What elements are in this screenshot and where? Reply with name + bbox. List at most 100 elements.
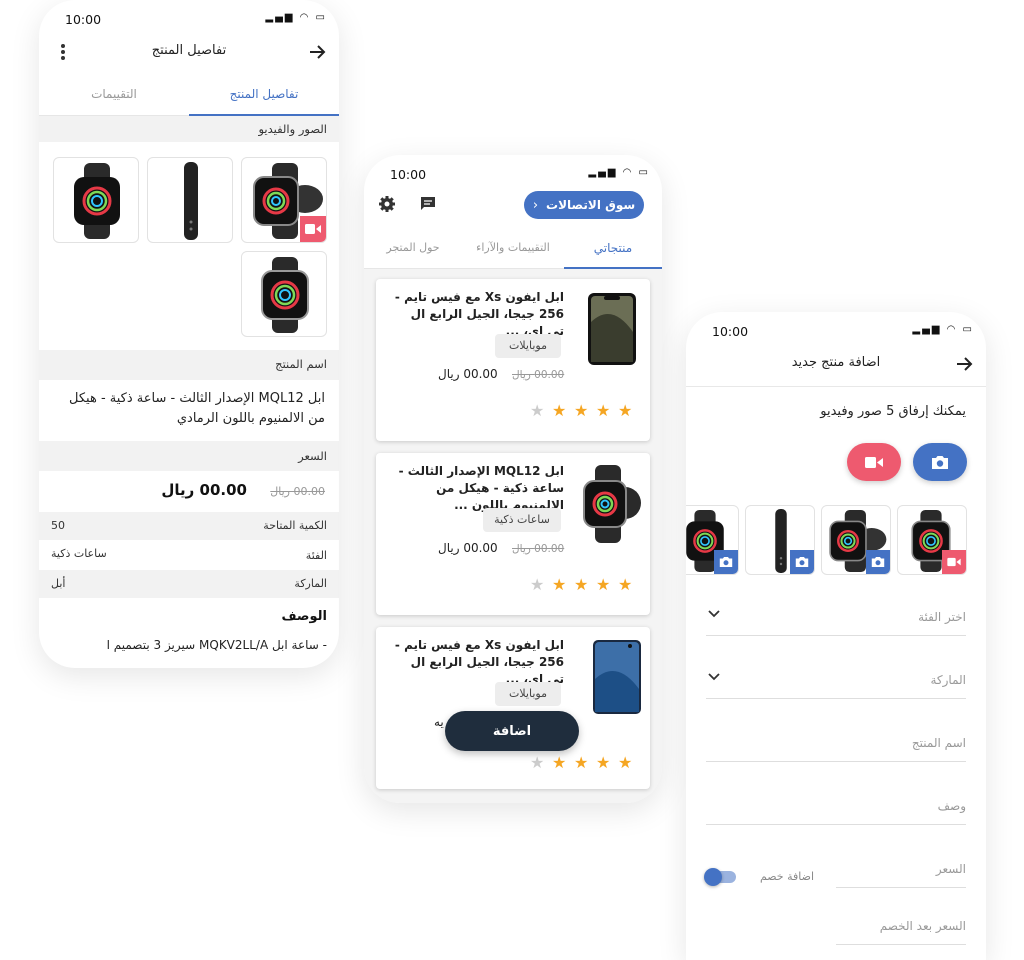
field-underline	[836, 887, 966, 888]
star-icon: ★	[618, 575, 633, 594]
status-icons: ▂▄▆ ◠ ▭	[588, 167, 650, 178]
status-time: 10:00	[390, 167, 427, 182]
star-icon: ★	[618, 401, 633, 420]
star-icon: ★	[574, 575, 589, 594]
product-name-field[interactable]: اسم المنتج	[706, 728, 966, 762]
media-thumb-watch-side[interactable]	[241, 157, 327, 243]
upload-thumb[interactable]	[897, 505, 967, 575]
store-products-screen: 10:00 ▂▄▆ ◠ ▭ سوق الاتصالات ‹ منتجاتي ال…	[364, 155, 662, 803]
tab-product-details-label: تفاصيل المنتج	[229, 87, 299, 101]
add-product-button[interactable]: اضافة	[445, 711, 579, 751]
category-select[interactable]: اختر الفئة	[706, 602, 966, 636]
star-icon: ★	[530, 575, 545, 594]
media-thumb-watch-alt[interactable]	[241, 251, 327, 337]
description-field[interactable]: وصف	[706, 791, 966, 825]
name-label: اسم المنتج	[275, 357, 327, 371]
tab-product-details[interactable]: تفاصيل المنتج	[189, 82, 339, 116]
watch-image	[261, 257, 309, 333]
chat-icon[interactable]	[420, 196, 436, 212]
category-value: ساعات ذكية	[51, 547, 107, 560]
star-icon: ★	[530, 753, 545, 772]
product-name-field-label: اسم المنتج	[911, 736, 966, 750]
video-icon	[305, 224, 321, 234]
star-icon: ★	[618, 753, 633, 772]
upload-video-button[interactable]	[847, 443, 901, 481]
rating-stars: ★ ★ ★ ★ ★	[530, 577, 640, 593]
photo-badge	[714, 550, 738, 574]
price-after-discount-field[interactable]: السعر بعد الخصم	[836, 911, 966, 945]
brand-select-label: الماركة	[930, 673, 966, 687]
apple-watch-image	[583, 465, 641, 543]
add-product-button-label: اضافة	[492, 723, 532, 739]
rating-stars: ★ ★ ★ ★ ★	[530, 403, 640, 419]
star-icon: ★	[552, 753, 567, 772]
product-card[interactable]: ابل MQL12 الإصدار الثالث - ساعة ذكية - ه…	[376, 453, 650, 615]
video-icon	[865, 456, 883, 468]
store-button[interactable]: سوق الاتصالات ‹	[524, 191, 644, 219]
tab-about-store[interactable]: حول المتجر	[364, 231, 462, 269]
price-field-label: السعر	[935, 862, 966, 876]
discount-toggle-label: اضافة خصم	[759, 870, 814, 883]
tab-reviews[interactable]: التقييمات	[39, 82, 189, 116]
video-badge	[300, 216, 326, 242]
field-underline	[706, 761, 966, 762]
brand-value: أبل	[51, 577, 66, 590]
back-arrow-icon[interactable]	[307, 42, 327, 62]
product-card[interactable]: ابل ايفون Xs مع فيس تايم - 256 جيجا، الج…	[376, 279, 650, 441]
add-product-screen: 10:00 ▂▄▆ ◠ ▭ اضافة منتج جديد يمكنك إرفا…	[686, 312, 986, 960]
category-label: الفئة	[305, 549, 327, 562]
media-label: الصور والفيديو	[258, 122, 327, 136]
store-button-label: سوق الاتصالات	[546, 198, 636, 212]
status-time: 10:00	[65, 12, 102, 27]
watch-band-image	[184, 162, 198, 240]
toggle-knob	[704, 868, 722, 886]
upload-photo-button[interactable]	[913, 443, 967, 481]
tab-my-products-label: منتجاتي	[593, 241, 633, 255]
chevron-down-icon	[708, 610, 720, 618]
category-select-label: اختر الفئة	[918, 610, 966, 624]
price-current: 00.00 ريال	[161, 481, 247, 499]
tab-reviews-opinions[interactable]: التقييمات والآراء	[462, 231, 564, 269]
price-after-discount-label: السعر بعد الخصم	[879, 919, 966, 933]
watch-band-image	[775, 509, 787, 573]
star-icon: ★	[596, 401, 611, 420]
product-card[interactable]: ابل ايفون Xs مع فيس تايم - 256 جيجا، الج…	[376, 627, 650, 789]
camera-icon	[795, 556, 809, 568]
star-icon: ★	[596, 753, 611, 772]
old-price: 00.00 ريال	[512, 369, 565, 381]
status-icons: ▂▄▆ ◠ ▭	[265, 12, 327, 23]
price: 00.00 ريال	[438, 367, 498, 381]
brand-label: الماركة	[294, 577, 327, 590]
discount-toggle[interactable]: اضافة خصم	[704, 867, 816, 887]
description-text: - ساعة ابل MQKV2LL/A سيريز 3 بتصميم ا	[106, 638, 327, 652]
category-chip: موبايلات	[495, 682, 561, 706]
star-icon: ★	[574, 401, 589, 420]
star-icon: ★	[552, 401, 567, 420]
price: 00.00 ريال	[438, 541, 498, 555]
camera-icon	[932, 455, 948, 469]
price-label: السعر	[298, 449, 327, 463]
brand-select[interactable]: الماركة	[706, 665, 966, 699]
upload-thumb[interactable]	[821, 505, 891, 575]
rating-stars: ★ ★ ★ ★ ★	[530, 755, 640, 771]
product-details-screen: 10:00 ▂▄▆ ◠ ▭ تفاصيل المنتج تفاصيل المنت…	[39, 0, 339, 668]
tab-my-products[interactable]: منتجاتي	[564, 231, 662, 269]
star-icon: ★	[574, 753, 589, 772]
media-thumb-watch-front[interactable]	[53, 157, 139, 243]
watch-image	[74, 163, 120, 239]
upload-thumb[interactable]	[686, 505, 739, 575]
settings-icon[interactable]	[378, 195, 396, 213]
star-icon: ★	[596, 575, 611, 594]
status-bar: 10:00 ▂▄▆ ◠ ▭	[39, 0, 339, 34]
status-icons: ▂▄▆ ◠ ▭	[912, 324, 974, 335]
tab-reviews-opinions-label: التقييمات والآراء	[476, 241, 550, 254]
quantity-label: الكمية المتاحة	[263, 519, 327, 532]
price-field[interactable]: السعر	[836, 854, 966, 888]
price-section	[39, 441, 339, 471]
status-time: 10:00	[712, 324, 749, 339]
media-thumb-watch-band[interactable]	[147, 157, 233, 243]
description-field-label: وصف	[937, 799, 966, 813]
more-icon[interactable]	[59, 42, 67, 62]
back-arrow-icon[interactable]	[954, 354, 974, 374]
upload-thumb[interactable]	[745, 505, 815, 575]
